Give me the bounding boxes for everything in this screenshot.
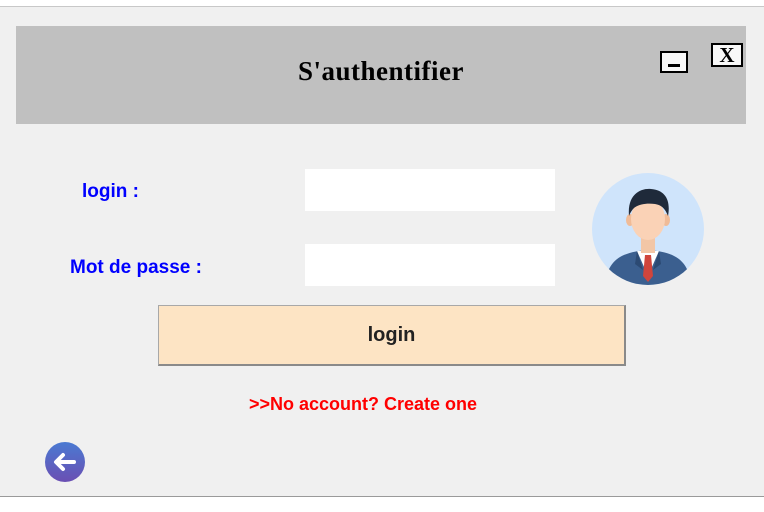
- user-avatar-icon: [592, 173, 704, 285]
- minimize-icon: [668, 64, 680, 67]
- back-arrow-icon: [45, 442, 85, 482]
- password-input[interactable]: [305, 244, 555, 286]
- close-button[interactable]: X: [711, 43, 743, 67]
- title-bar: S'authentifier X: [16, 26, 746, 124]
- create-account-link[interactable]: >>No account? Create one: [0, 394, 726, 415]
- login-window: S'authentifier X login : Mot de passe :: [0, 6, 764, 497]
- window-title: S'authentifier: [298, 56, 464, 86]
- login-label: login :: [82, 181, 139, 202]
- login-button[interactable]: login: [158, 305, 626, 366]
- minimize-button[interactable]: [660, 51, 688, 73]
- password-label: Mot de passe :: [70, 257, 202, 278]
- back-button[interactable]: [43, 440, 87, 484]
- login-input[interactable]: [305, 169, 555, 211]
